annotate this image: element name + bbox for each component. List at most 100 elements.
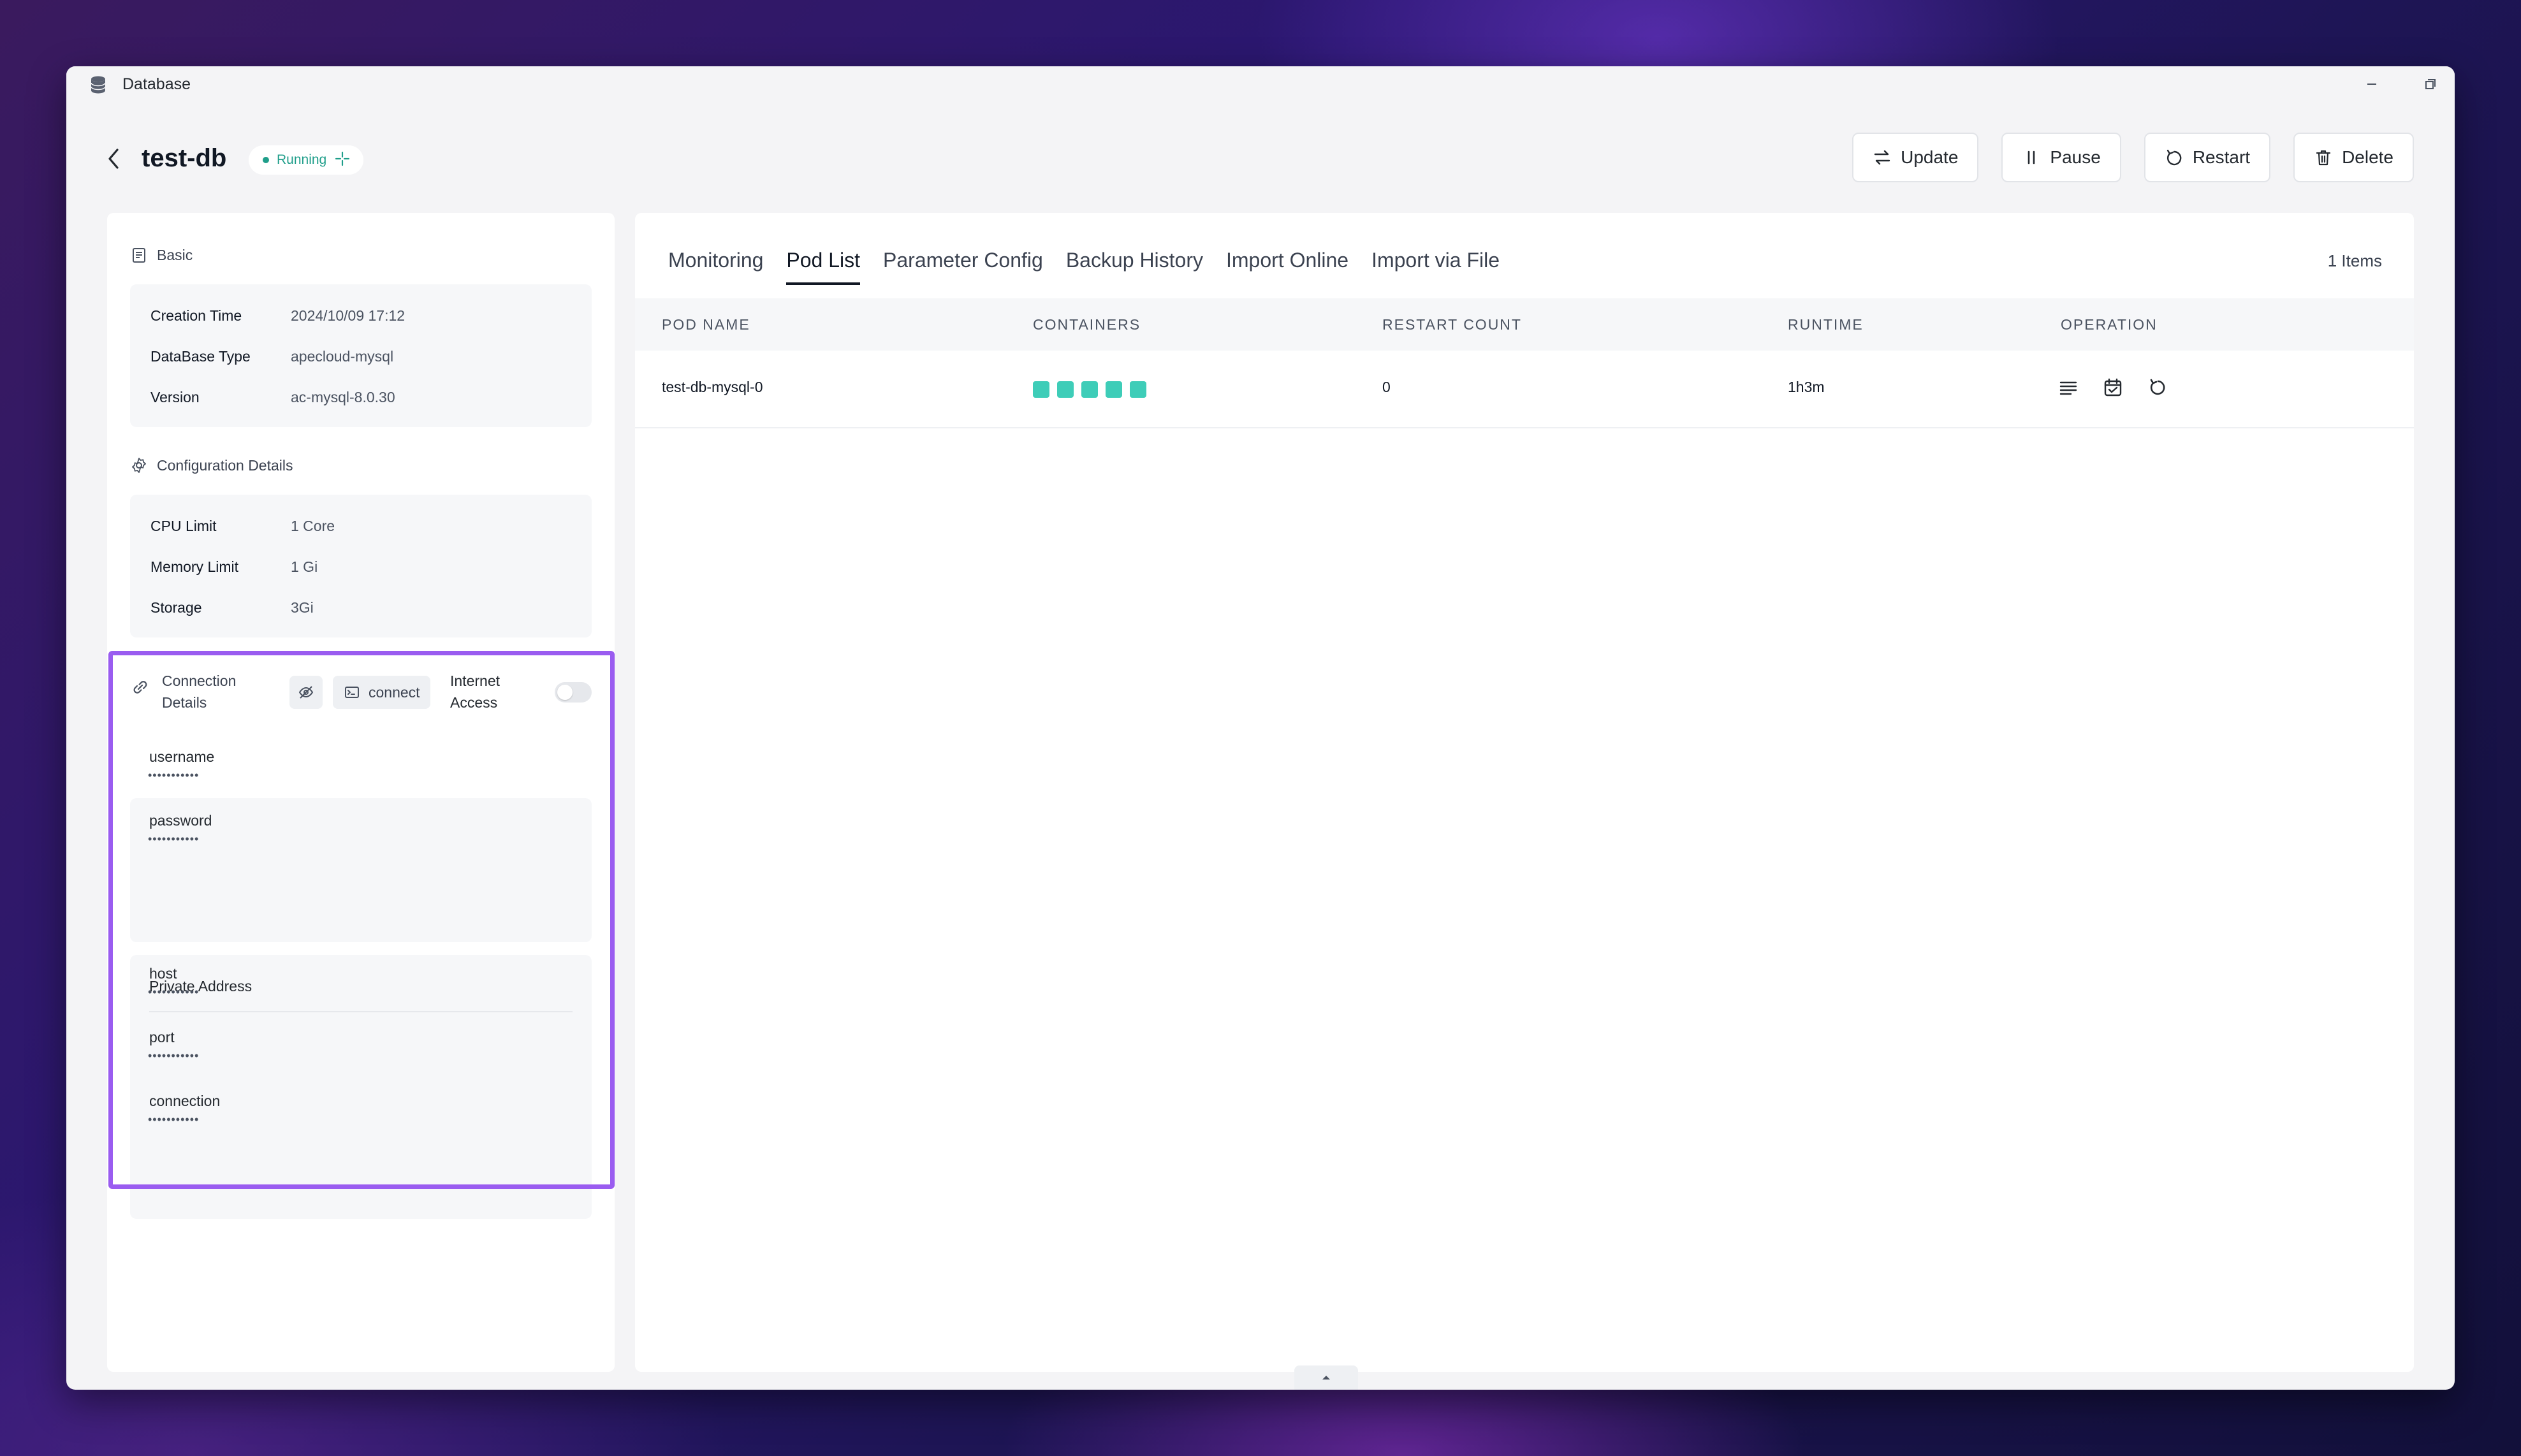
basic-title-label: Basic: [157, 247, 193, 264]
connection-title-line2: Details: [162, 692, 264, 713]
restart-count-cell: 0: [1382, 379, 1391, 396]
page-header: test-db Running Update Pause Restart: [66, 130, 2455, 187]
version-value: ac-mysql-8.0.30: [291, 389, 395, 406]
divider: [149, 1011, 573, 1012]
password-label: password: [149, 812, 212, 829]
minimize-icon[interactable]: [2360, 73, 2383, 96]
basic-info-box: Creation Time 2024/10/09 17:12 DataBase …: [130, 284, 592, 427]
pause-icon: [2022, 148, 2041, 167]
tab-bar: Monitoring Pod List Parameter Config Bac…: [668, 249, 1500, 285]
connect-button-label: connect: [369, 684, 420, 701]
connection-label: connection: [149, 1093, 220, 1110]
column-runtime: RUNTIME: [1788, 316, 1864, 333]
table-row: test-db-mysql-0 0 1h3m: [635, 351, 2414, 428]
cpu-limit-label: CPU Limit: [150, 518, 217, 535]
host-value[interactable]: •••••••••••: [148, 986, 199, 999]
restart-button-label: Restart: [2193, 147, 2250, 168]
runtime-cell: 1h3m: [1788, 379, 1825, 396]
column-containers: CONTAINERS: [1033, 316, 1141, 333]
toggle-knob: [557, 685, 573, 700]
internet-access-toggle[interactable]: [555, 682, 592, 703]
internet-access-label: Internet Access: [450, 670, 527, 713]
connect-button[interactable]: connect: [333, 676, 430, 709]
username-label: username: [149, 748, 214, 766]
update-button[interactable]: Update: [1852, 133, 1978, 182]
config-section-title: Configuration Details: [130, 456, 293, 474]
swap-icon: [1873, 148, 1892, 167]
tab-pod-list[interactable]: Pod List: [786, 249, 860, 285]
restart-pod-icon[interactable]: [2145, 375, 2170, 400]
container-status-square[interactable]: [1057, 381, 1074, 398]
status-badge: Running: [249, 145, 363, 175]
expand-panel-button[interactable]: [1294, 1365, 1358, 1390]
storage-label: Storage: [150, 599, 202, 616]
restart-button[interactable]: Restart: [2144, 133, 2270, 182]
container-status-square[interactable]: [1033, 381, 1049, 398]
delete-button-label: Delete: [2342, 147, 2393, 168]
delete-button[interactable]: Delete: [2293, 133, 2414, 182]
column-operation: OPERATION: [2061, 316, 2158, 333]
window-title: Database: [122, 75, 191, 94]
status-dot: [263, 157, 269, 163]
column-pod-name: POD NAME: [662, 316, 750, 333]
host-label: host: [149, 965, 177, 982]
document-icon: [130, 246, 148, 264]
pod-name-cell[interactable]: test-db-mysql-0: [662, 379, 763, 396]
container-status-square[interactable]: [1130, 381, 1146, 398]
app-window: Database test-db Running Update: [66, 66, 2455, 1390]
update-button-label: Update: [1901, 147, 1958, 168]
operation-cell: [2056, 375, 2170, 400]
containers-cell: [1033, 381, 1146, 398]
caret-up-icon: [1320, 1373, 1333, 1382]
header-actions: Update Pause Restart Delete: [1852, 133, 2414, 182]
restart-icon: [2165, 148, 2184, 167]
tab-import-online[interactable]: Import Online: [1226, 249, 1348, 285]
version-label: Version: [150, 389, 200, 406]
basic-section-title: Basic: [130, 246, 193, 264]
connection-value[interactable]: •••••••••••: [148, 1113, 199, 1126]
tab-parameter-config[interactable]: Parameter Config: [883, 249, 1043, 285]
terminal-icon: [343, 683, 361, 701]
trash-icon: [2314, 148, 2333, 167]
eye-off-icon: [297, 683, 315, 701]
tab-import-via-file[interactable]: Import via File: [1371, 249, 1500, 285]
tab-monitoring[interactable]: Monitoring: [668, 249, 763, 285]
table-header: POD NAME CONTAINERS RESTART COUNT RUNTIM…: [635, 298, 2414, 351]
events-calendar-icon[interactable]: [2100, 375, 2126, 400]
column-restart-count: RESTART COUNT: [1382, 316, 1522, 333]
details-panel: Basic Creation Time 2024/10/09 17:12 Dat…: [107, 213, 615, 1372]
container-status-square[interactable]: [1081, 381, 1098, 398]
restore-icon[interactable]: [2419, 73, 2442, 96]
storage-value: 3Gi: [291, 599, 314, 616]
connection-title-line1: Connection: [162, 670, 264, 692]
main-panel: Monitoring Pod List Parameter Config Bac…: [635, 213, 2414, 1372]
connection-details-title: Connection Details: [162, 670, 264, 713]
database-type-label: DataBase Type: [150, 348, 251, 365]
memory-limit-value: 1 Gi: [291, 558, 318, 576]
internet-access-line1: Internet: [450, 670, 527, 692]
config-info-box: CPU Limit 1 Core Memory Limit 1 Gi Stora…: [130, 495, 592, 637]
username-value[interactable]: •••••••••••: [148, 769, 199, 782]
port-value[interactable]: •••••••••••: [148, 1049, 199, 1063]
private-address-box: Private Address: [130, 955, 592, 1219]
logs-icon[interactable]: [2056, 375, 2081, 400]
loading-sparkle-icon: [334, 150, 351, 170]
port-label: port: [149, 1029, 175, 1046]
toggle-visibility-button[interactable]: [289, 676, 323, 709]
password-value[interactable]: •••••••••••: [148, 833, 199, 846]
memory-limit-label: Memory Limit: [150, 558, 238, 576]
pause-button-label: Pause: [2050, 147, 2100, 168]
tab-backup-history[interactable]: Backup History: [1066, 249, 1203, 285]
creation-time-value: 2024/10/09 17:12: [291, 307, 405, 324]
internet-access-line2: Access: [450, 692, 527, 713]
creation-time-label: Creation Time: [150, 307, 242, 324]
link-icon: [130, 677, 150, 701]
database-type-value: apecloud-mysql: [291, 348, 393, 365]
container-status-square[interactable]: [1106, 381, 1122, 398]
page-title: test-db: [142, 144, 226, 173]
database-icon: [89, 75, 107, 94]
gear-icon: [130, 456, 148, 474]
back-arrow-icon[interactable]: [102, 144, 125, 173]
items-count: 1 Items: [2328, 251, 2382, 271]
pause-button[interactable]: Pause: [2001, 133, 2121, 182]
